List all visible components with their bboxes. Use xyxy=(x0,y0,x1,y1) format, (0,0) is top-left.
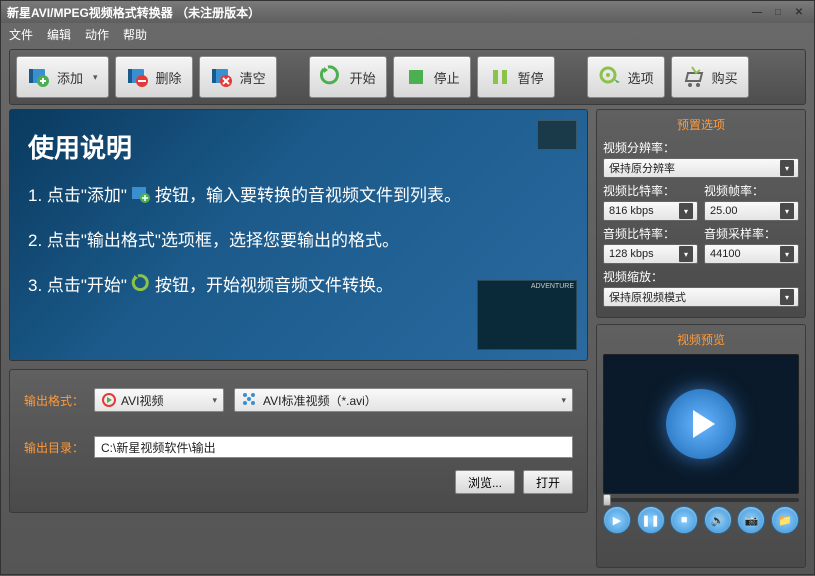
scale-dropdown[interactable]: 保持原视频模式 xyxy=(603,287,799,307)
preview-title: 视频预览 xyxy=(603,331,799,348)
pause-button[interactable]: 暂停 xyxy=(477,56,555,98)
start-button[interactable]: 开始 xyxy=(309,56,387,98)
format-profile-dropdown[interactable]: AVI标准视频（*.avi） xyxy=(234,388,573,412)
output-dir-input[interactable] xyxy=(94,436,573,458)
options-button[interactable]: 选项 xyxy=(587,56,665,98)
output-panel: 输出格式： AVI视频 AVI标准视频（*.avi） 输出目录： 浏览... xyxy=(9,369,588,513)
instructions-title: 使用说明 xyxy=(28,128,569,165)
player-pause-button[interactable]: ❚❚ xyxy=(637,506,665,534)
buy-button[interactable]: 购买 xyxy=(671,56,749,98)
scale-label: 视频缩放： xyxy=(603,268,799,285)
add-button[interactable]: 添加 xyxy=(16,56,109,98)
film-add-icon xyxy=(131,184,151,204)
framerate-dropdown[interactable]: 25.00 xyxy=(704,201,799,221)
player-stop-button[interactable]: ■ xyxy=(670,506,698,534)
output-format-label: 输出格式： xyxy=(24,392,84,409)
preset-title: 预置选项 xyxy=(603,116,799,133)
abitrate-dropdown[interactable]: 128 kbps xyxy=(603,244,698,264)
instruction-line-1: 1. 点击"添加" 按钮，输入要转换的音视频文件到列表。 xyxy=(28,181,569,206)
stop-button[interactable]: 停止 xyxy=(393,56,471,98)
clear-label: 清空 xyxy=(240,68,266,87)
format-category-value: AVI视频 xyxy=(121,392,163,409)
menubar: 文件 编辑 动作 帮助 xyxy=(1,23,814,45)
stop-label: 停止 xyxy=(434,68,460,87)
options-label: 选项 xyxy=(628,68,654,87)
framerate-label: 视频帧率： xyxy=(704,182,799,199)
adventure-thumb: ADVENTURE xyxy=(477,280,577,350)
menu-action[interactable]: 动作 xyxy=(85,26,109,43)
menu-file[interactable]: 文件 xyxy=(9,26,33,43)
open-button[interactable]: 打开 xyxy=(523,470,573,494)
start-label: 开始 xyxy=(350,68,376,87)
delete-button[interactable]: 删除 xyxy=(115,56,193,98)
app-window: 新星AVI/MPEG视频格式转换器 （未注册版本） — □ ✕ 文件 编辑 动作… xyxy=(0,0,815,575)
vbitrate-label: 视频比特率： xyxy=(603,182,698,199)
player-snapshot-button[interactable]: 📷 xyxy=(737,506,765,534)
delete-icon xyxy=(126,65,150,89)
preset-panel: 预置选项 视频分辨率： 保持原分辨率 视频比特率： 816 kbps 视频帧率：… xyxy=(596,109,806,318)
browse-button[interactable]: 浏览... xyxy=(455,470,515,494)
menu-edit[interactable]: 编辑 xyxy=(47,26,71,43)
pause-icon xyxy=(488,65,512,89)
samplerate-label: 音频采样率： xyxy=(704,225,799,242)
resolution-dropdown[interactable]: 保持原分辨率 xyxy=(603,158,799,178)
maximize-button[interactable]: □ xyxy=(769,5,787,19)
pause-label: 暂停 xyxy=(518,68,544,87)
delete-label: 删除 xyxy=(156,68,182,87)
player-mute-button[interactable]: 🔊 xyxy=(704,506,732,534)
clear-button[interactable]: 清空 xyxy=(199,56,277,98)
buy-label: 购买 xyxy=(712,68,738,87)
cart-icon xyxy=(682,65,706,89)
samplerate-dropdown[interactable]: 44100 xyxy=(704,244,799,264)
instruction-line-2: 2. 点击"输出格式"选项框，选择您要输出的格式。 xyxy=(28,226,569,251)
start-icon xyxy=(320,65,344,89)
vbitrate-dropdown[interactable]: 816 kbps xyxy=(603,201,698,221)
add-icon xyxy=(27,65,51,89)
add-label: 添加 xyxy=(57,68,83,87)
thumbnail-icon xyxy=(537,120,577,150)
abitrate-label: 音频比特率： xyxy=(603,225,698,242)
format-category-dropdown[interactable]: AVI视频 xyxy=(94,388,224,412)
player-play-button[interactable]: ▶ xyxy=(603,506,631,534)
menu-help[interactable]: 帮助 xyxy=(123,26,147,43)
player-folder-button[interactable]: 📁 xyxy=(771,506,799,534)
output-dir-label: 输出目录： xyxy=(24,439,84,456)
resolution-label: 视频分辨率： xyxy=(603,139,799,156)
stop-icon xyxy=(404,65,428,89)
preview-panel: 视频预览 ▶ ❚❚ ■ 🔊 📷 📁 xyxy=(596,324,806,568)
preview-area xyxy=(603,354,799,494)
close-button[interactable]: ✕ xyxy=(790,5,808,19)
toolbar: 添加 删除 清空 开始 停止 暂停 选项 购买 xyxy=(9,49,806,105)
minimize-button[interactable]: — xyxy=(748,5,766,19)
seek-slider[interactable] xyxy=(603,498,799,502)
clear-icon xyxy=(210,65,234,89)
titlebar: 新星AVI/MPEG视频格式转换器 （未注册版本） — □ ✕ xyxy=(1,1,814,23)
window-title: 新星AVI/MPEG视频格式转换器 （未注册版本） xyxy=(7,4,260,21)
gear-icon xyxy=(598,65,622,89)
instructions-panel: 使用说明 1. 点击"添加" 按钮，输入要转换的音视频文件到列表。 2. 点击"… xyxy=(9,109,588,361)
play-icon xyxy=(666,389,736,459)
refresh-icon xyxy=(131,274,151,294)
format-profile-value: AVI标准视频（*.avi） xyxy=(263,392,377,409)
